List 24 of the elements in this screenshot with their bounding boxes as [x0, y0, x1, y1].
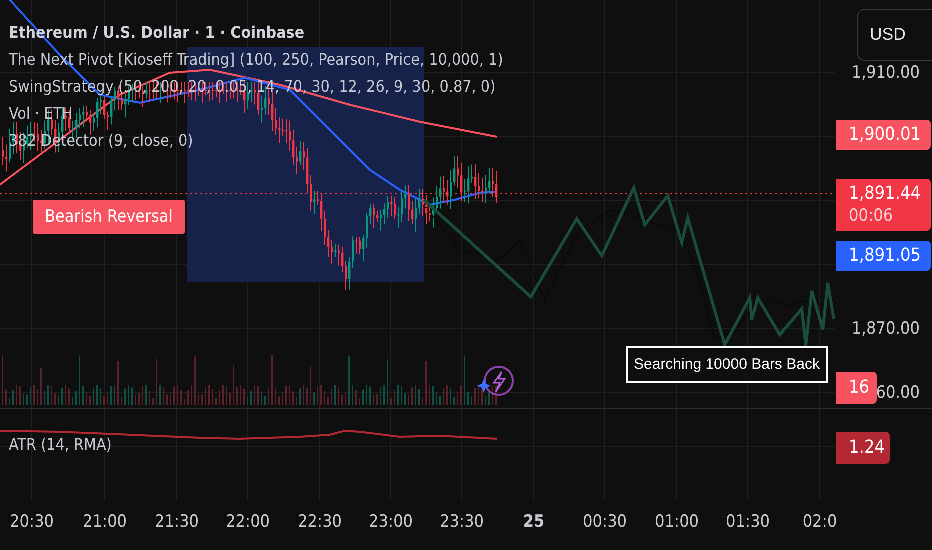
atr-value-tag: 1.24: [836, 432, 890, 464]
time-label: 20:30: [10, 512, 54, 532]
time-label: 01:00: [654, 512, 700, 532]
time-label: 23:00: [368, 512, 414, 532]
price-label: 1,910.00: [852, 63, 920, 83]
time-label: 02:0: [802, 512, 838, 532]
status-note: Searching 10000 Bars Back: [626, 346, 828, 383]
price-label: 1,870.00: [852, 319, 920, 339]
time-label: 22:00: [226, 512, 270, 532]
price-tag: 1,900.01: [836, 120, 931, 150]
currency-button[interactable]: USD: [857, 9, 932, 61]
time-label: 21:00: [82, 512, 128, 532]
atr-legend[interactable]: ATR (14, RMA): [9, 435, 112, 454]
time-label: 23:30: [440, 512, 484, 532]
price-tag: 1,891.44 00:06: [836, 179, 931, 231]
time-label: 01:30: [726, 512, 770, 532]
volume-tag: 16: [836, 372, 877, 404]
time-label: 21:30: [154, 512, 200, 532]
signal-label: Bearish Reversal: [33, 200, 185, 234]
time-label: 00:30: [582, 512, 628, 532]
time-label: 25: [523, 512, 545, 532]
time-label: 22:30: [298, 512, 342, 532]
price-tag: 1,891.05: [836, 241, 931, 271]
price-label: 60.00: [876, 383, 920, 403]
